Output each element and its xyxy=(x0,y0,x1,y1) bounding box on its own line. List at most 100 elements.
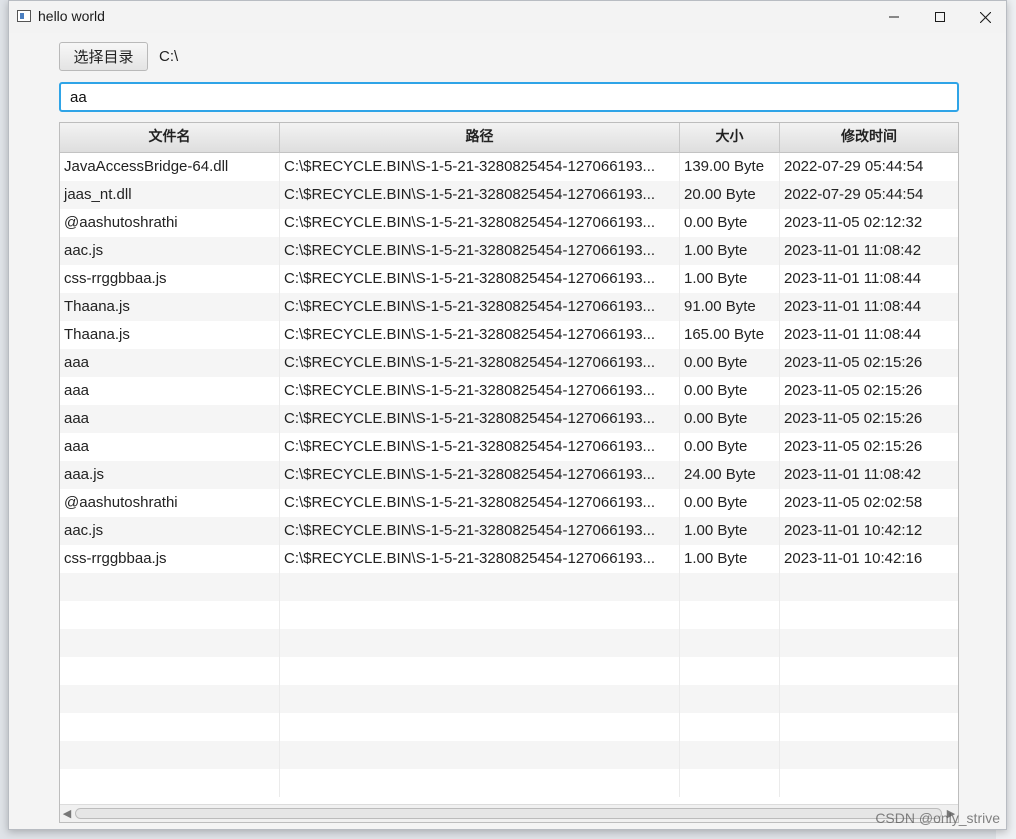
cell-modified xyxy=(780,629,958,657)
maximize-icon xyxy=(935,12,945,22)
cell-modified: 2023-11-01 11:08:42 xyxy=(784,466,922,483)
cell-modified: 2023-11-01 11:08:44 xyxy=(784,270,922,287)
cell-size xyxy=(680,713,780,741)
cell-size: 0.00 Byte xyxy=(680,377,780,405)
table-header: 文件名 路径 大小 修改时间 xyxy=(60,123,958,153)
cell-filename: aaa xyxy=(60,405,280,433)
cell-path xyxy=(280,601,680,629)
cell-path: C:\$RECYCLE.BIN\S-1-5-21-3280825454-1270… xyxy=(280,377,680,405)
cell-filename: @aashutoshrathi xyxy=(60,209,280,237)
cell-path xyxy=(280,685,680,713)
column-header-size[interactable]: 大小 xyxy=(680,123,780,152)
cell-modified: 2023-11-05 02:15:26 xyxy=(784,438,923,455)
empty-table-row[interactable] xyxy=(60,713,958,741)
cell-modified xyxy=(780,769,958,797)
empty-table-row[interactable] xyxy=(60,685,958,713)
cell-size: 1.00 Byte xyxy=(680,517,780,545)
cell-filename: aaa.js xyxy=(60,461,280,489)
title-bar: hello world xyxy=(9,1,1006,33)
cell-size: 0.00 Byte xyxy=(680,405,780,433)
cell-modified xyxy=(780,685,958,713)
cell-size: 1.00 Byte xyxy=(680,237,780,265)
table-row[interactable]: aaa C:\$RECYCLE.BIN\S-1-5-21-3280825454-1… xyxy=(60,377,958,405)
empty-table-row[interactable] xyxy=(60,601,958,629)
cell-path: C:\$RECYCLE.BIN\S-1-5-21-3280825454-1270… xyxy=(280,321,680,349)
cell-filename: aaa xyxy=(60,377,280,405)
scroll-left-icon[interactable]: ◀ xyxy=(60,805,74,822)
cell-modified: 2022-07-29 05:44:54 xyxy=(784,186,924,203)
table-body: JavaAccessBridge-64.dll C:\$RECYCLE.BIN\S… xyxy=(60,153,958,797)
empty-table-row[interactable] xyxy=(60,657,958,685)
cell-size: 0.00 Byte xyxy=(680,433,780,461)
cell-path: C:\$RECYCLE.BIN\S-1-5-21-3280825454-1270… xyxy=(280,265,680,293)
cell-modified xyxy=(780,573,958,601)
cell-filename xyxy=(60,657,280,685)
select-directory-button[interactable]: 选择目录 xyxy=(59,42,148,71)
cell-size: 24.00 Byte xyxy=(680,461,780,489)
horizontal-scrollbar[interactable]: ◀ ▶ xyxy=(60,804,958,822)
table-row[interactable]: aaa C:\$RECYCLE.BIN\S-1-5-21-3280825454-1… xyxy=(60,349,958,377)
empty-table-row[interactable] xyxy=(60,629,958,657)
table-row[interactable]: JavaAccessBridge-64.dll C:\$RECYCLE.BIN\S… xyxy=(60,153,958,181)
close-button[interactable] xyxy=(962,1,1008,33)
column-header-modified[interactable]: 修改时间 xyxy=(780,123,958,152)
cell-size xyxy=(680,685,780,713)
cell-filename: jaas_nt.dll xyxy=(60,181,280,209)
cell-filename: aac.js xyxy=(60,517,280,545)
cell-filename xyxy=(60,741,280,769)
cell-path xyxy=(280,573,680,601)
table-row[interactable]: Thaana.js C:\$RECYCLE.BIN\S-1-5-21-328082… xyxy=(60,321,958,349)
cell-modified xyxy=(780,741,958,769)
cell-size xyxy=(680,601,780,629)
cell-filename: aaa xyxy=(60,433,280,461)
cell-path: C:\$RECYCLE.BIN\S-1-5-21-3280825454-1270… xyxy=(280,349,680,377)
cell-filename xyxy=(60,713,280,741)
app-window: hello world 选择目录 C:\ 文件名 路径 大小 修改时间 Java… xyxy=(8,0,1007,830)
cell-modified: 2023-11-05 02:02:58 xyxy=(784,494,923,511)
empty-table-row[interactable] xyxy=(60,741,958,769)
minimize-button[interactable] xyxy=(871,1,917,33)
scrollbar-thumb[interactable] xyxy=(75,808,942,819)
cell-size: 0.00 Byte xyxy=(680,349,780,377)
cell-filename: css-rrggbbaa.js xyxy=(60,265,280,293)
cell-path: C:\$RECYCLE.BIN\S-1-5-21-3280825454-1270… xyxy=(280,153,680,181)
app-window-icon xyxy=(17,10,31,22)
table-row[interactable]: css-rrggbbaa.js C:\$RECYCLE.BIN\S-1-5-21-… xyxy=(60,545,958,573)
table-row[interactable]: Thaana.js C:\$RECYCLE.BIN\S-1-5-21-328082… xyxy=(60,293,958,321)
table-row[interactable]: css-rrggbbaa.js C:\$RECYCLE.BIN\S-1-5-21-… xyxy=(60,265,958,293)
cell-filename: Thaana.js xyxy=(60,321,280,349)
table-row[interactable]: aaa C:\$RECYCLE.BIN\S-1-5-21-3280825454-1… xyxy=(60,405,958,433)
table-row[interactable]: aac.js C:\$RECYCLE.BIN\S-1-5-21-328082545… xyxy=(60,517,958,545)
cell-path: C:\$RECYCLE.BIN\S-1-5-21-3280825454-1270… xyxy=(280,433,680,461)
search-input[interactable] xyxy=(59,82,959,112)
cell-path: C:\$RECYCLE.BIN\S-1-5-21-3280825454-1270… xyxy=(280,209,680,237)
cell-path xyxy=(280,657,680,685)
cell-path: C:\$RECYCLE.BIN\S-1-5-21-3280825454-1270… xyxy=(280,405,680,433)
cell-filename: JavaAccessBridge-64.dll xyxy=(60,153,280,181)
cell-size: 139.00 Byte xyxy=(680,153,780,181)
cell-filename xyxy=(60,573,280,601)
cell-path: C:\$RECYCLE.BIN\S-1-5-21-3280825454-1270… xyxy=(280,461,680,489)
table-row[interactable]: aac.js C:\$RECYCLE.BIN\S-1-5-21-328082545… xyxy=(60,237,958,265)
table-row[interactable]: aaa.js C:\$RECYCLE.BIN\S-1-5-21-328082545… xyxy=(60,461,958,489)
empty-table-row[interactable] xyxy=(60,573,958,601)
table-row[interactable]: aaa C:\$RECYCLE.BIN\S-1-5-21-3280825454-1… xyxy=(60,433,958,461)
cell-filename: aac.js xyxy=(60,237,280,265)
current-directory-label: C:\ xyxy=(159,48,179,65)
table-row[interactable]: jaas_nt.dll C:\$RECYCLE.BIN\S-1-5-21-3280… xyxy=(60,181,958,209)
cell-path xyxy=(280,769,680,797)
table-row[interactable]: @aashutoshrathi C:\$RECYCLE.BIN\S-1-5-21-… xyxy=(60,209,958,237)
cell-size: 91.00 Byte xyxy=(680,293,780,321)
cell-modified: 2023-11-05 02:12:32 xyxy=(784,214,923,231)
cell-modified xyxy=(780,713,958,741)
column-header-filename[interactable]: 文件名 xyxy=(60,123,280,152)
cell-filename: css-rrggbbaa.js xyxy=(60,545,280,573)
column-header-path[interactable]: 路径 xyxy=(280,123,680,152)
cell-path: C:\$RECYCLE.BIN\S-1-5-21-3280825454-1270… xyxy=(280,489,680,517)
maximize-button[interactable] xyxy=(917,1,963,33)
cell-size: 20.00 Byte xyxy=(680,181,780,209)
empty-table-row[interactable] xyxy=(60,769,958,797)
cell-modified xyxy=(780,657,958,685)
cell-filename xyxy=(60,629,280,657)
table-row[interactable]: @aashutoshrathi C:\$RECYCLE.BIN\S-1-5-21-… xyxy=(60,489,958,517)
